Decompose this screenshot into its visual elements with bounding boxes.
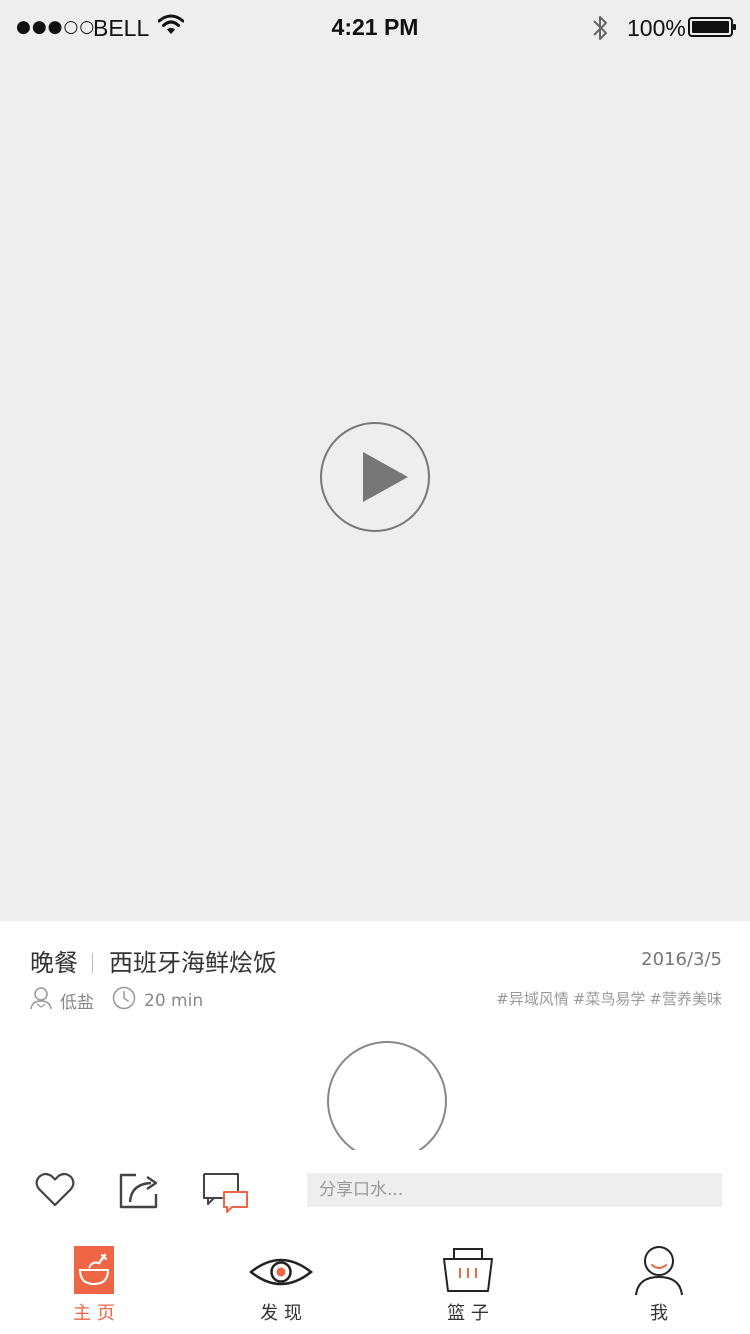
bowl-icon bbox=[74, 1246, 114, 1298]
diet-label: 低盐 bbox=[60, 993, 94, 1013]
recipe-info: 晚餐 西班牙海鲜烩饭 2016/3/5 低盐 20 min #异域风情 #菜鸟易学 #… bbox=[0, 921, 750, 1150]
tab-basket[interactable]: 篮 子 bbox=[398, 1236, 538, 1334]
status-bar: ●●●○○ BELL 4:21 PM 100% bbox=[0, 0, 750, 56]
action-bar bbox=[0, 1150, 750, 1236]
tag[interactable]: #异域风情 bbox=[496, 990, 569, 1008]
tab-label-profile: 我 bbox=[650, 1303, 668, 1324]
comment-input[interactable] bbox=[307, 1173, 722, 1207]
title-divider bbox=[92, 953, 93, 973]
play-button[interactable] bbox=[319, 421, 431, 533]
chef-icon bbox=[30, 986, 52, 1015]
comment-icon bbox=[203, 1173, 248, 1213]
bluetooth-icon bbox=[590, 13, 610, 49]
like-button[interactable] bbox=[35, 1172, 75, 1212]
video-player[interactable] bbox=[0, 56, 750, 921]
tag-list: #异域风情 #菜鸟易学 #营养美味 bbox=[492, 988, 722, 1009]
basket-icon bbox=[442, 1247, 494, 1297]
battery-icon bbox=[688, 16, 738, 44]
tab-bar: 主 页 发 现 篮 子 我 bbox=[0, 1236, 750, 1334]
share-icon bbox=[119, 1173, 158, 1209]
recipe-name: 西班牙海鲜烩饭 bbox=[109, 949, 277, 977]
tab-profile[interactable]: 我 bbox=[589, 1236, 729, 1334]
meal-type: 晚餐 bbox=[30, 949, 78, 977]
user-icon bbox=[634, 1245, 684, 1301]
play-icon bbox=[320, 422, 430, 532]
comment-button[interactable] bbox=[202, 1172, 250, 1218]
tag[interactable]: #菜鸟易学 bbox=[573, 990, 646, 1008]
heart-icon bbox=[35, 1172, 75, 1207]
recipe-meta: 低盐 20 min bbox=[30, 986, 203, 1015]
tab-label-home: 主 页 bbox=[73, 1303, 115, 1324]
tab-discover[interactable]: 发 现 bbox=[211, 1236, 351, 1334]
tab-label-discover: 发 现 bbox=[260, 1303, 302, 1324]
avatar[interactable] bbox=[325, 1039, 449, 1150]
tab-label-basket: 篮 子 bbox=[447, 1303, 489, 1324]
duration-label: 20 min bbox=[144, 990, 204, 1011]
recipe-date: 2016/3/5 bbox=[641, 949, 722, 970]
battery-percent: 100% bbox=[627, 15, 686, 41]
eye-icon bbox=[248, 1256, 314, 1292]
tag[interactable]: #营养美味 bbox=[649, 990, 722, 1008]
tab-home[interactable]: 主 页 bbox=[24, 1236, 164, 1334]
share-button[interactable] bbox=[118, 1172, 162, 1214]
clock-icon bbox=[112, 986, 136, 1015]
recipe-title: 晚餐 西班牙海鲜烩饭 bbox=[30, 943, 277, 978]
